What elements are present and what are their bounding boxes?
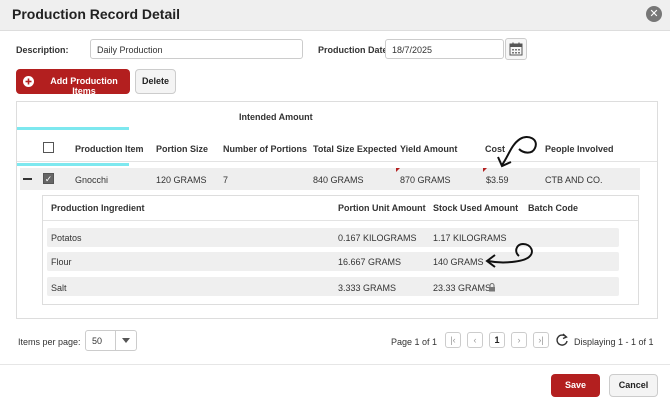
current-page-button[interactable]: 1 bbox=[489, 332, 505, 348]
column-header-people-involved: People Involved bbox=[545, 144, 614, 154]
description-label: Description: bbox=[16, 45, 69, 55]
cell-yield-amount: 870 GRAMS bbox=[400, 175, 451, 185]
edited-marker bbox=[396, 168, 400, 172]
chevron-down-icon bbox=[122, 338, 130, 343]
description-input[interactable]: Daily Production bbox=[90, 39, 303, 59]
page-size-value: 50 bbox=[92, 336, 103, 346]
first-page-icon[interactable]: |‹ bbox=[445, 332, 461, 348]
footer-divider bbox=[0, 364, 670, 365]
ingredient-unit-amount: 3.333 GRAMS bbox=[338, 283, 397, 293]
arrow-annotation-icon bbox=[485, 242, 533, 268]
cell-number-of-portions: 7 bbox=[223, 175, 229, 185]
cell-production-item: Gnocchi bbox=[75, 175, 109, 185]
page-size-select[interactable]: 50 bbox=[85, 330, 137, 351]
production-date-input[interactable]: 18/7/2025 bbox=[385, 39, 504, 59]
refresh-icon[interactable] bbox=[555, 333, 569, 347]
highlight-mark bbox=[17, 163, 129, 166]
page-info: Page 1 of 1 bbox=[391, 337, 438, 347]
ingredient-unit-amount: 0.167 KILOGRAMS bbox=[338, 233, 417, 243]
minus-icon[interactable] bbox=[23, 178, 32, 180]
delete-button[interactable]: Delete bbox=[135, 69, 176, 94]
arrow-annotation-icon bbox=[497, 136, 537, 168]
subheader-divider bbox=[43, 220, 638, 221]
ingredient-name: Potatos bbox=[51, 233, 82, 243]
highlight-mark bbox=[17, 127, 129, 130]
subcolumn-header-production-ingredient: Production Ingredient bbox=[51, 203, 145, 213]
column-header-production-item: Production Item bbox=[75, 144, 144, 154]
column-header-total-size-expected: Total Size Expected bbox=[313, 144, 397, 154]
ingredient-name: Salt bbox=[51, 283, 67, 293]
plus-circle-icon bbox=[23, 76, 34, 87]
ingredient-stock-used: 23.33 GRAMS bbox=[433, 283, 492, 293]
cell-portion-size: 120 GRAMS bbox=[156, 175, 207, 185]
list-item[interactable] bbox=[47, 277, 619, 296]
close-icon[interactable]: ✕ bbox=[646, 6, 662, 22]
ingredient-unit-amount: 16.667 GRAMS bbox=[338, 257, 402, 267]
add-production-items-button[interactable]: Add Production Items bbox=[16, 69, 130, 96]
dialog-titlebar: Production Record Detail ✕ bbox=[0, 0, 670, 31]
production-date-label: Production Date: bbox=[318, 45, 391, 55]
edited-marker bbox=[483, 168, 487, 172]
add-production-items-label: Add Production Items bbox=[50, 76, 118, 96]
lock-icon bbox=[489, 283, 495, 292]
production-record-dialog: Production Record Detail ✕ Description: … bbox=[0, 0, 670, 410]
header-divider bbox=[17, 161, 657, 162]
column-header-yield-amount: Yield Amount bbox=[400, 144, 458, 154]
calendar-icon bbox=[509, 42, 523, 56]
group-header-intended-amount: Intended Amount bbox=[239, 112, 313, 122]
cell-people-involved: CTB AND CO. bbox=[545, 175, 603, 185]
cell-cost: $3.59 bbox=[486, 175, 509, 185]
select-all-checkbox[interactable] bbox=[43, 142, 54, 153]
items-per-page-label: Items per page: bbox=[18, 337, 81, 347]
display-info: Displaying 1 - 1 of 1 bbox=[574, 337, 654, 347]
cancel-button[interactable]: Cancel bbox=[609, 374, 658, 397]
subcolumn-header-portion-unit-amount: Portion Unit Amount bbox=[338, 203, 426, 213]
subcolumn-header-stock-used-amount: Stock Used Amount bbox=[433, 203, 519, 213]
prev-page-icon[interactable]: ‹ bbox=[467, 332, 483, 348]
ingredient-name: Flour bbox=[51, 257, 72, 267]
dialog-title: Production Record Detail bbox=[12, 6, 181, 22]
column-header-number-of-portions: Number of Portions bbox=[223, 144, 308, 154]
ingredient-stock-used: 140 GRAMS bbox=[433, 257, 484, 267]
column-header-portion-size: Portion Size bbox=[156, 144, 209, 154]
save-button[interactable]: Save bbox=[551, 374, 600, 397]
next-page-icon[interactable]: › bbox=[511, 332, 527, 348]
row-checkbox[interactable]: ✓ bbox=[43, 173, 54, 184]
cell-total-size-expected: 840 GRAMS bbox=[313, 175, 364, 185]
subcolumn-header-batch-code: Batch Code bbox=[528, 203, 579, 213]
select-divider bbox=[115, 331, 116, 350]
calendar-button[interactable] bbox=[505, 38, 527, 60]
last-page-icon[interactable]: ›| bbox=[533, 332, 549, 348]
